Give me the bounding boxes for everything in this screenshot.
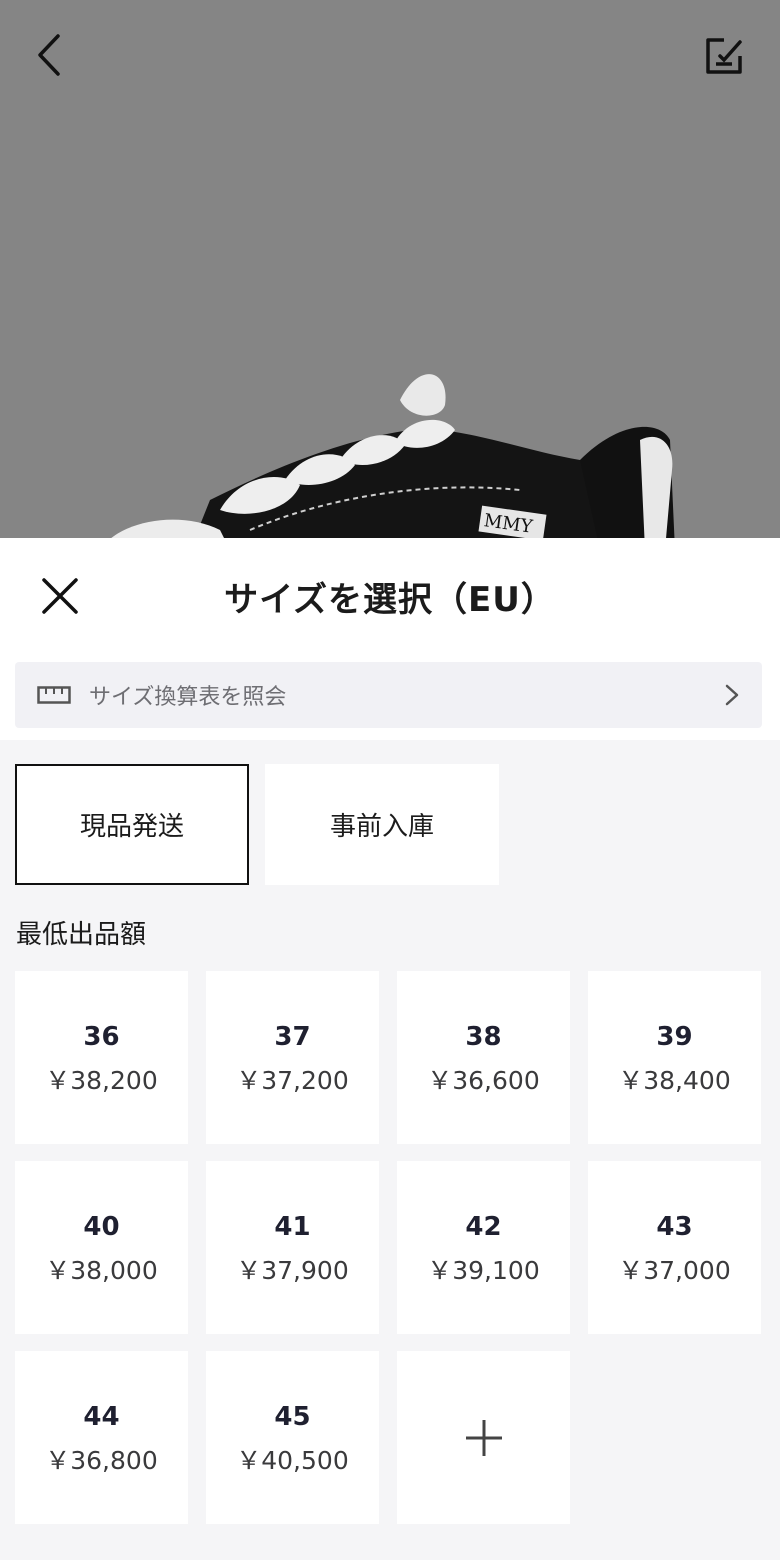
size-price: ￥39,100 <box>427 1255 540 1285</box>
size-value: 42 <box>465 1211 502 1242</box>
size-option-39[interactable]: 39 ￥38,400 <box>588 971 761 1144</box>
size-option-41[interactable]: 41 ￥37,900 <box>206 1161 379 1334</box>
size-value: 45 <box>274 1401 311 1432</box>
lowest-price-label: 最低出品額 <box>16 920 147 950</box>
size-value: 39 <box>656 1021 693 1052</box>
size-price: ￥40,500 <box>236 1445 349 1475</box>
size-conversion-link[interactable]: サイズ換算表を照会 <box>15 662 762 728</box>
sheet-header: サイズを選択（EU） サイズ換算表を照会 <box>0 538 780 740</box>
size-value: 38 <box>465 1021 502 1052</box>
size-price: ￥36,800 <box>45 1445 158 1475</box>
sneaker-image: MMY <box>109 374 675 540</box>
edit-note-icon[interactable] <box>702 34 746 78</box>
size-value: 40 <box>83 1211 120 1242</box>
ruler-icon <box>37 686 71 704</box>
tab-ship-now[interactable]: 現品発送 <box>15 764 249 885</box>
size-option-45[interactable]: 45 ￥40,500 <box>206 1351 379 1524</box>
sheet-title: サイズを選択（EU） <box>224 580 556 620</box>
size-value: 44 <box>83 1401 120 1432</box>
size-price: ￥38,400 <box>618 1065 731 1095</box>
size-price: ￥37,000 <box>618 1255 731 1285</box>
size-value: 43 <box>656 1211 693 1242</box>
size-select-sheet: サイズを選択（EU） サイズ換算表を照会 現品発送 事前入庫 最低出品額 36 … <box>0 538 780 1560</box>
size-value: 37 <box>274 1021 311 1052</box>
size-grid: 36 ￥38,200 37 ￥37,200 38 ￥36,600 39 ￥38,… <box>15 971 761 1524</box>
size-option-40[interactable]: 40 ￥38,000 <box>15 1161 188 1334</box>
size-option-38[interactable]: 38 ￥36,600 <box>397 971 570 1144</box>
size-option-37[interactable]: 37 ￥37,200 <box>206 971 379 1144</box>
size-option-36[interactable]: 36 ￥38,200 <box>15 971 188 1144</box>
product-backdrop[interactable]: MMY <box>0 0 780 540</box>
plus-icon <box>465 1419 502 1456</box>
more-sizes-button[interactable] <box>397 1351 570 1524</box>
size-option-43[interactable]: 43 ￥37,000 <box>588 1161 761 1334</box>
size-price: ￥36,600 <box>427 1065 540 1095</box>
size-value: 36 <box>83 1021 120 1052</box>
size-value: 41 <box>274 1211 311 1242</box>
size-price: ￥38,200 <box>45 1065 158 1095</box>
tab-pre-stock[interactable]: 事前入庫 <box>265 764 499 885</box>
size-option-42[interactable]: 42 ￥39,100 <box>397 1161 570 1334</box>
size-conversion-label: サイズ換算表を照会 <box>89 685 287 710</box>
chevron-right-icon <box>725 684 739 706</box>
size-option-44[interactable]: 44 ￥36,800 <box>15 1351 188 1524</box>
size-price: ￥37,200 <box>236 1065 349 1095</box>
size-price: ￥37,900 <box>236 1255 349 1285</box>
chevron-left-icon[interactable] <box>30 30 70 80</box>
size-price: ￥38,000 <box>45 1255 158 1285</box>
shipping-type-tabs: 現品発送 事前入庫 <box>15 764 499 885</box>
